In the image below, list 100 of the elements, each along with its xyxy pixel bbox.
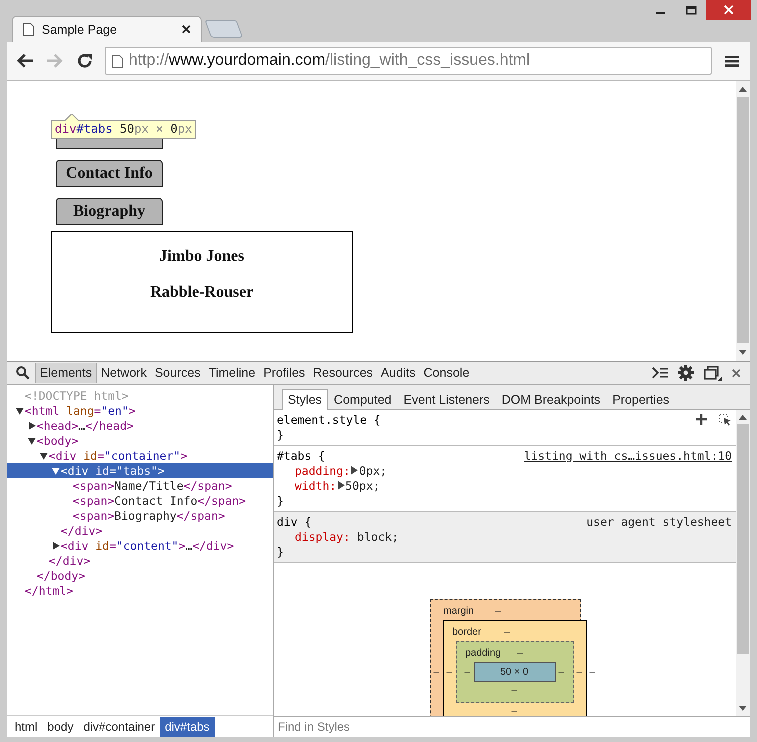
dom-node-code: <div id="tabs"> <box>61 464 165 478</box>
page-icon <box>112 54 123 68</box>
close-window-button[interactable] <box>706 0 751 20</box>
dom-node-code: <!DOCTYPE html> <box>25 388 129 402</box>
page-tab[interactable]: Contact Info <box>56 160 163 187</box>
reload-icon[interactable] <box>75 51 95 71</box>
box-value: – <box>504 627 510 638</box>
breadcrumb[interactable]: div#container <box>78 716 160 736</box>
styles-tab[interactable]: Properties <box>606 389 676 410</box>
tooltip-pointer <box>65 114 79 121</box>
css-selector: div { <box>277 514 312 528</box>
dom-node-row[interactable]: <div id="content">…</div> <box>7 538 273 553</box>
css-closing-brace: } <box>277 494 284 508</box>
box-value: – <box>464 666 472 678</box>
dom-node-code: <span>Contact Info</span> <box>73 494 246 508</box>
close-icon <box>724 5 734 15</box>
css-selector: element.style { <box>277 412 381 426</box>
dom-node-row[interactable]: <span>Name/Title</span> <box>7 478 273 493</box>
dom-closing-tag: </body> <box>37 568 86 582</box>
box-value: – <box>432 666 440 678</box>
devtools-tab[interactable]: Elements <box>35 363 98 383</box>
expand-triangle-icon[interactable] <box>350 466 360 475</box>
css-declaration[interactable]: width: 50px; <box>277 478 732 493</box>
scroll-down-icon[interactable] <box>739 706 747 710</box>
box-value: – <box>588 666 596 678</box>
box-value: – <box>446 666 454 678</box>
box-value: – <box>496 606 502 617</box>
scroll-up-icon[interactable] <box>739 414 747 420</box>
css-closing-brace: } <box>277 428 284 442</box>
dom-node-row[interactable]: <head>…</head> <box>7 418 273 433</box>
expanded-triangle-icon[interactable] <box>27 436 37 446</box>
close-icon[interactable] <box>182 25 191 34</box>
source-link[interactable]: listing with cs…issues.html:10 <box>524 448 732 462</box>
dom-closing-tag: </div> <box>49 554 91 568</box>
dom-node-row[interactable]: <html lang="en"> <box>7 403 273 418</box>
collapsed-triangle-icon[interactable] <box>51 540 61 550</box>
find-in-styles-field[interactable]: Find in Styles <box>274 716 750 737</box>
styles-scrollbar[interactable] <box>736 410 750 716</box>
console-drawer-icon[interactable] <box>652 367 668 379</box>
devtools-tab[interactable]: Profiles <box>260 363 310 383</box>
dom-node-code: <div id="container"> <box>49 448 188 462</box>
styles-tab[interactable]: Styles <box>282 389 328 410</box>
devtools-tab[interactable]: Console <box>420 363 474 383</box>
styles-tab[interactable]: DOM Breakpoints <box>496 389 607 410</box>
css-closing-brace: } <box>277 544 284 558</box>
css-selector: #tabs { <box>277 448 326 462</box>
dom-node-code: <body> <box>37 434 79 448</box>
address-bar[interactable]: http://www.yourdomain.com/listing_with_css_issues.html <box>105 47 712 75</box>
content-box: 50 × 0 <box>474 662 556 682</box>
styles-tab[interactable]: Event Listeners <box>398 389 496 410</box>
box-value: – <box>518 648 524 659</box>
expand-triangle-icon[interactable] <box>336 481 346 490</box>
expanded-triangle-icon[interactable] <box>39 450 49 460</box>
css-declaration[interactable]: display: block; <box>277 529 732 544</box>
dom-node-row[interactable]: <span>Biography</span> <box>7 508 273 523</box>
dom-node-code: <div id="content">…</div> <box>61 538 234 552</box>
url-text: http://www.yourdomain.com/listing_with_css_issues.html <box>129 52 530 70</box>
dom-node-code: <span>Name/Title</span> <box>73 478 232 492</box>
dom-node-row[interactable]: <div id="tabs"> <box>7 463 273 478</box>
add-icon[interactable] <box>696 414 707 425</box>
devtools-tab[interactable]: Resources <box>309 363 378 383</box>
box-value: – <box>512 706 518 716</box>
box-label: margin <box>442 606 476 617</box>
dom-closing-tag: </div> <box>61 524 103 538</box>
scroll-down-icon[interactable] <box>739 350 747 354</box>
dom-node-row[interactable]: <body> <box>7 433 273 448</box>
dom-node-row[interactable]: <span>Contact Info</span> <box>7 493 273 508</box>
box-label: padding <box>464 648 502 659</box>
devtools-tab[interactable]: Network <box>97 363 151 383</box>
page-scrollbar[interactable] <box>736 81 750 361</box>
collapsed-triangle-icon[interactable] <box>27 420 37 430</box>
scroll-up-icon[interactable] <box>739 86 747 92</box>
element-picker-icon[interactable] <box>719 414 732 426</box>
content-text: Rabble-Rouser <box>150 284 254 302</box>
box-label: border <box>452 627 482 638</box>
browser-tab[interactable]: Sample Page <box>12 16 202 42</box>
source-label: user agent stylesheet <box>586 514 732 528</box>
settings-icon[interactable] <box>678 365 694 381</box>
dom-node-code: <span>Biography</span> <box>73 508 226 522</box>
breadcrumb[interactable]: div#tabs <box>160 716 215 736</box>
box-value: – <box>558 666 566 678</box>
dom-node-code: <head>…</head> <box>37 418 134 432</box>
box-value: – <box>512 685 518 696</box>
dom-closing-tag: </html> <box>25 584 74 598</box>
devtools-tab[interactable]: Timeline <box>204 363 260 383</box>
breadcrumb[interactable]: html <box>10 716 43 736</box>
breadcrumb[interactable]: body <box>42 716 79 736</box>
dock-icon[interactable] <box>704 366 722 380</box>
search-icon[interactable] <box>16 366 30 380</box>
styles-tab[interactable]: Computed <box>328 389 398 410</box>
box-value: – <box>576 666 584 678</box>
page-tab[interactable]: Biography <box>56 198 163 225</box>
css-declaration[interactable]: padding: 0px; <box>277 463 732 478</box>
expanded-triangle-icon[interactable] <box>15 406 25 416</box>
devtools-tab[interactable]: Sources <box>150 363 205 383</box>
content-text: Jimbo Jones <box>160 248 244 266</box>
page-icon <box>23 23 34 36</box>
devtools-tab[interactable]: Audits <box>377 363 420 383</box>
expanded-triangle-icon[interactable] <box>51 466 61 476</box>
dom-node-row[interactable]: <div id="container"> <box>7 448 273 463</box>
